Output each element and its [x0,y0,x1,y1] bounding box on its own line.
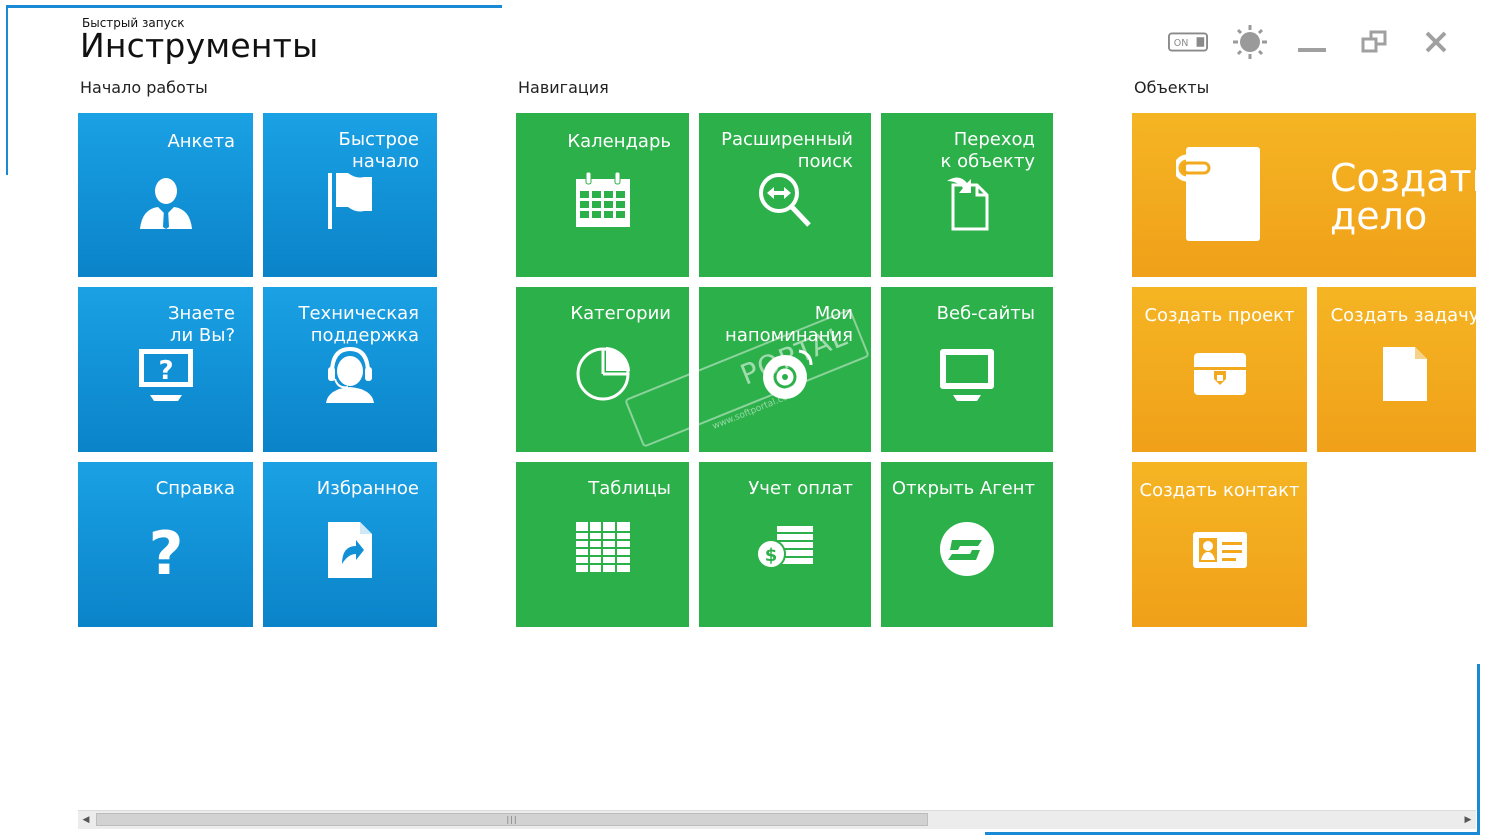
tile-label: Справка [155,478,235,499]
tile-payments[interactable]: Учет оплат $ [699,462,871,627]
close-button[interactable] [1416,26,1456,58]
favorite-doc-icon [328,522,372,578]
tile-calendar[interactable]: Календарь [516,113,689,277]
tile-create-task[interactable]: Создать задачу [1317,287,1476,452]
tile-label: Избранное [316,478,419,499]
minimize-button[interactable] [1292,26,1332,58]
restore-button[interactable] [1354,26,1394,58]
scrollbar-thumb[interactable]: ||| [96,813,928,826]
svg-text:?: ? [158,356,173,386]
alarm-icon [763,349,813,399]
grip-icon: ||| [506,815,518,824]
tile-label: Расширенный поиск [721,129,853,172]
svg-text:?: ? [148,520,183,580]
tile-label: Анкета [167,131,235,152]
tile-help[interactable]: Справка ? [78,462,253,627]
calendar-icon [575,171,630,227]
briefcase-icon [1193,353,1246,395]
headset-icon [326,346,374,403]
user-icon [139,178,192,229]
close-icon [1425,31,1447,53]
tile-anketa[interactable]: Анкета [78,113,253,277]
document-icon [1383,347,1427,401]
tile-advanced-search[interactable]: Расширенный поиск [699,113,871,277]
tile-reminders[interactable]: Мои напоминания [699,287,871,452]
tile-label: Таблицы [588,478,671,499]
tile-websites[interactable]: Веб-сайты [881,287,1053,452]
question-icon: ? [148,520,183,580]
scroll-left-arrow-icon[interactable]: ◀ [78,811,94,829]
window-frame-right [1477,664,1480,834]
tile-label: Категории [570,303,671,324]
window-frame-top [6,5,502,8]
window-frame-left [6,5,8,175]
restore-icon [1361,30,1387,53]
coins-icon: $ [756,526,813,569]
document-arrow-icon [947,177,989,231]
tile-label: Создать задачу [1330,305,1476,326]
search-icon [759,173,811,227]
sun-icon [1233,25,1267,59]
tile-go-to-object[interactable]: Переход к объекту [881,113,1053,277]
tile-label: Создать дело [1330,156,1476,238]
tile-create-case[interactable]: Создать дело [1132,113,1476,277]
tile-label: Учет оплат [748,478,853,499]
svg-text:$: $ [765,545,778,566]
tile-label: Техническая поддержка [298,303,419,346]
scroll-right-arrow-icon[interactable]: ▶ [1460,811,1476,829]
tile-label: Создать проект [1144,305,1295,326]
tile-label: Создать контакт [1139,480,1300,501]
group-label-start: Начало работы [80,78,208,97]
table-icon [575,522,630,572]
tile-tables[interactable]: Таблицы [516,462,689,627]
page-title: Инструменты [80,26,319,65]
minimize-icon [1298,48,1326,52]
brightness-button[interactable] [1230,25,1270,59]
tile-categories[interactable]: Категории [516,287,689,452]
tile-quick-start[interactable]: Быстрое начало [263,113,437,277]
tile-label: Быстрое начало [338,129,419,172]
monitor-icon [940,349,994,401]
tile-support[interactable]: Техническая поддержка [263,287,437,452]
toggle-label: ON [1174,38,1189,49]
tile-label: Знаете ли Вы? [168,303,235,346]
flag-icon [328,173,372,229]
tile-open-agent[interactable]: Открыть Агент [881,462,1053,627]
tile-create-project[interactable]: Создать проект [1132,287,1307,452]
question-monitor-icon: ? [138,349,193,401]
on-toggle-button[interactable]: ON [1168,26,1208,58]
folder-clip-icon [1176,147,1260,241]
tile-label: Веб-сайты [936,303,1035,324]
tile-label: Календарь [567,131,671,152]
group-label-navigation: Навигация [518,78,609,97]
pie-chart-icon [576,347,630,401]
tile-label: Мои напоминания [725,303,853,346]
tile-label: Открыть Агент [891,478,1035,499]
tile-create-contact[interactable]: Создать контакт [1132,462,1307,627]
contact-card-icon [1192,532,1247,568]
window-controls: ON [1168,25,1456,59]
tile-favorites[interactable]: Избранное [263,462,437,627]
tile-did-you-know[interactable]: Знаете ли Вы? ? [78,287,253,452]
agent-icon [940,522,994,576]
window-frame-bottom [985,832,1480,835]
horizontal-scrollbar[interactable]: ◀ ||| ▶ [78,810,1476,829]
group-label-objects: Объекты [1134,78,1210,97]
tile-label: Переход к объекту [940,129,1035,172]
